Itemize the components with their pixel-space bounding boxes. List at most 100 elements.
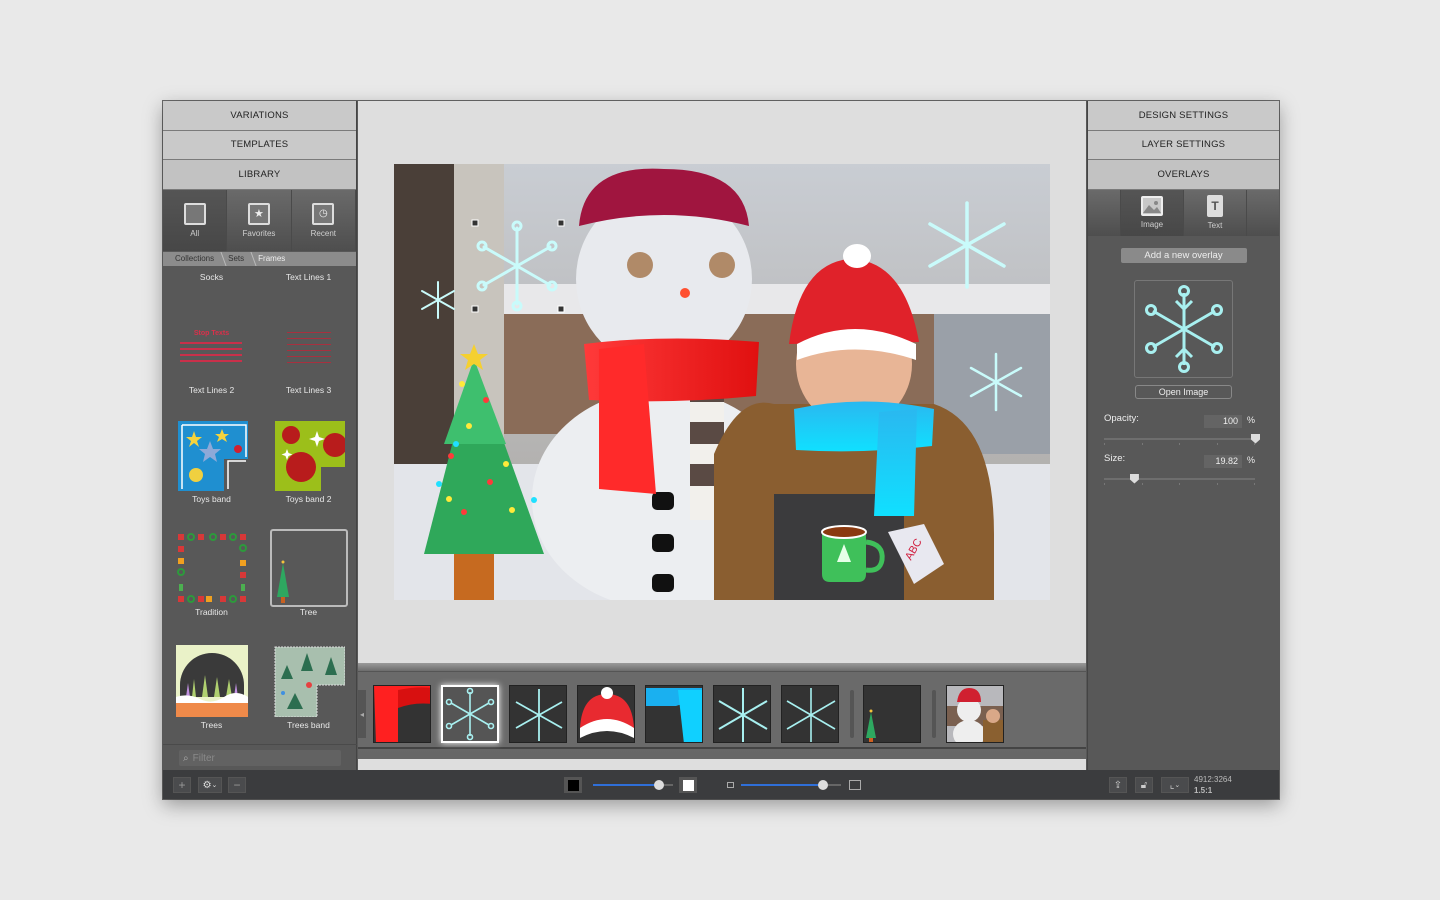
tab-favorites-label: Favorites <box>242 228 276 238</box>
chevron-down-icon: ⌄ <box>211 782 218 789</box>
tab-text[interactable]: T Text <box>1184 189 1247 236</box>
image-info: 4912:3264 1.5:1 <box>1194 774 1232 796</box>
bottom-toolbar: + ⚙ ⌄ − ⇪ 🔓︎ ⌞ ⌄ 4912:3264 1.5:1 <box>163 770 1279 799</box>
zoom-large-icon <box>849 780 861 790</box>
add-overlay-button[interactable]: Add a new overlay <box>1120 247 1247 263</box>
library-item-trees[interactable]: Trees <box>163 625 260 738</box>
section-design-settings[interactable]: DESIGN SETTINGS <box>1088 101 1279 131</box>
filmstrip-item-red-scarf[interactable] <box>373 685 431 743</box>
filter-input[interactable]: ⌕ Filter <box>179 750 341 766</box>
tab-text-label: Text <box>1207 221 1223 230</box>
library-item-trees-band[interactable]: Trees band <box>260 625 357 738</box>
section-overlays[interactable]: OVERLAYS <box>1088 160 1279 190</box>
breadcrumb-sets[interactable]: Sets <box>222 254 252 263</box>
library-item-text-lines-2[interactable]: Stop Texts Text Lines 2 <box>163 286 260 399</box>
library-item-label: Toys band <box>192 494 231 504</box>
settings-menu-button[interactable]: ⚙ ⌄ <box>198 777 222 793</box>
library-item-text-lines-3[interactable]: Text Lines 3 <box>260 286 357 399</box>
opacity-input[interactable]: 100 <box>1204 414 1242 428</box>
text-file-icon: T <box>1207 195 1223 217</box>
search-icon: ⌕ <box>183 752 189 764</box>
filmstrip-item-snowflake-2[interactable] <box>713 685 771 743</box>
library-item-label: Trees band <box>287 720 330 730</box>
white-background-button[interactable] <box>679 777 697 793</box>
size-label: Size: <box>1104 452 1126 464</box>
chevron-down-icon: ⌄ <box>1174 782 1181 789</box>
tab-image[interactable]: Image <box>1120 189 1184 236</box>
size-slider[interactable] <box>1104 473 1255 485</box>
layer-filmstrip[interactable]: ◂ <box>358 671 1086 749</box>
zoom-slider-handle[interactable] <box>818 780 828 790</box>
black-swatch-icon <box>567 779 579 791</box>
app-window: VARIATIONS TEMPLATES LIBRARY All ★ Favor… <box>163 101 1279 799</box>
section-templates[interactable]: TEMPLATES <box>163 130 356 160</box>
right-panel: DESIGN SETTINGS LAYER SETTINGS OVERLAYS … <box>1087 101 1279 770</box>
overlay-tabs: Image T Text <box>1088 189 1279 236</box>
size-input[interactable]: 19.82 <box>1204 454 1242 468</box>
overlay-preview <box>1134 279 1233 378</box>
breadcrumb-collections[interactable]: Collections <box>169 254 222 263</box>
snowflake-icon <box>1144 284 1223 373</box>
section-variations[interactable]: VARIATIONS <box>163 101 356 131</box>
filmstrip-item-snowflake[interactable] <box>509 685 567 743</box>
library-grid: Socks Text Lines 1 Stop Texts Text Lines… <box>163 264 357 744</box>
trees-thumbnail <box>175 645 248 717</box>
black-background-button[interactable] <box>564 777 582 793</box>
library-tabs: All ★ Favorites ◷ Recent <box>163 189 356 251</box>
filmstrip-item-santa-hat[interactable] <box>577 685 635 743</box>
star-icon: ★ <box>247 202 270 225</box>
toys-band-thumbnail <box>176 419 248 491</box>
library-item-text-lines-1[interactable]: Text Lines 1 <box>260 264 357 286</box>
library-item-label: Tradition <box>195 607 228 617</box>
clock-icon: ◷ <box>312 202 335 225</box>
remove-button[interactable]: − <box>228 777 246 793</box>
background-slider-handle[interactable] <box>653 780 664 790</box>
library-item-label: Text Lines 3 <box>285 385 332 395</box>
square-icon <box>183 202 206 225</box>
scroll-left-icon[interactable]: ◂ <box>358 690 366 738</box>
background-slider[interactable] <box>593 780 673 790</box>
section-library[interactable]: LIBRARY <box>163 160 356 190</box>
opacity-label: Opacity: <box>1104 412 1139 424</box>
add-button[interactable]: + <box>173 777 191 793</box>
tradition-thumbnail <box>176 532 248 604</box>
tab-image-label: Image <box>1140 220 1164 229</box>
tab-favorites[interactable]: ★ Favorites <box>227 189 292 251</box>
filter-placeholder: Filter <box>192 752 215 764</box>
tab-recent[interactable]: ◷ Recent <box>292 189 356 251</box>
tab-recent-label: Recent <box>310 228 336 238</box>
opacity-row: Opacity: 100 % <box>1088 413 1279 433</box>
library-item-tradition[interactable]: Tradition <box>163 512 260 625</box>
breadcrumb-frames[interactable]: Frames <box>252 254 293 263</box>
photo-canvas[interactable]: ABC <box>394 164 1050 600</box>
open-image-button[interactable]: Open Image <box>1135 384 1232 399</box>
library-item-toys-band[interactable]: Toys band <box>163 399 260 512</box>
filmstrip-item-photo[interactable] <box>946 685 1004 743</box>
filmstrip-item-blue-scarf[interactable] <box>645 685 703 743</box>
library-item-toys-band-2[interactable]: Toys band 2 <box>260 399 357 512</box>
filmstrip-item-tree-frame[interactable] <box>863 685 921 743</box>
lock-button[interactable]: 🔓︎ <box>1135 777 1153 793</box>
white-swatch-icon <box>682 779 694 791</box>
crop-ratio-menu[interactable]: ⌞ ⌄ <box>1161 777 1189 793</box>
size-unit: % <box>1246 454 1255 465</box>
library-item-socks[interactable]: Socks <box>163 264 260 286</box>
library-item-tree[interactable]: Tree <box>260 512 357 625</box>
opacity-unit: % <box>1246 414 1255 425</box>
opacity-slider[interactable] <box>1104 433 1260 445</box>
section-layer-settings[interactable]: LAYER SETTINGS <box>1088 130 1279 160</box>
tab-all[interactable]: All <box>163 189 228 251</box>
filmstrip-divider <box>850 690 854 738</box>
image-dimensions: 4912:3264 <box>1194 775 1232 784</box>
library-item-label: Text Lines 2 <box>188 385 235 395</box>
lock-open-icon: 🔓︎ <box>1140 779 1148 791</box>
filmstrip-item-snowflake-3[interactable] <box>781 685 839 743</box>
filmstrip-divider <box>932 690 936 738</box>
filmstrip-item-snowflake-selected[interactable] <box>441 685 499 743</box>
zoom-slider[interactable] <box>741 780 841 790</box>
share-button[interactable]: ⇪ <box>1109 777 1127 793</box>
aspect-ratio: 1.5:1 <box>1194 786 1213 795</box>
library-item-label: Toys band 2 <box>285 494 332 504</box>
divider <box>163 744 357 745</box>
library-item-label: Socks <box>199 272 224 282</box>
